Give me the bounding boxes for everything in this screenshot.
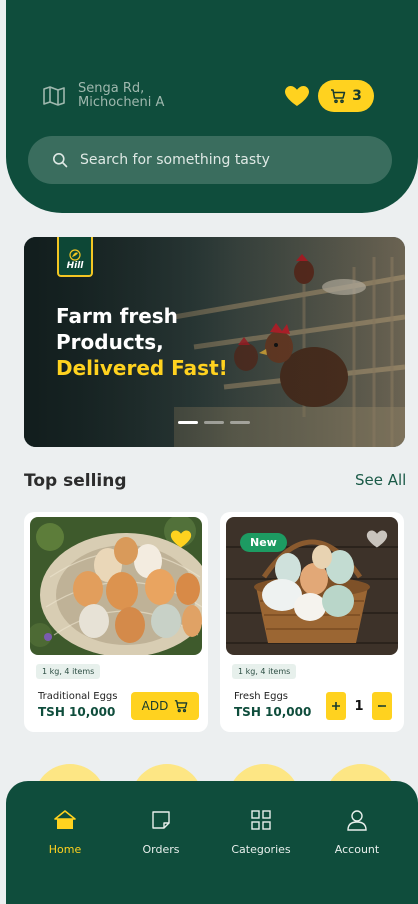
banner-line-2: Products, (56, 330, 164, 354)
home-icon (54, 810, 76, 829)
product-card[interactable]: 1 kg, 4 items Traditional Eggs TSH 10,00… (24, 512, 208, 732)
section-title: Top selling (24, 471, 127, 491)
search-icon (53, 153, 68, 168)
search-bar[interactable]: Search for something tasty (28, 136, 392, 184)
cart-icon (175, 700, 188, 713)
quantity-tag: 1 kg, 4 items (36, 664, 101, 679)
nav-item-home[interactable]: Home (20, 809, 110, 856)
nav-item-account[interactable]: Account (312, 809, 402, 856)
nav-label-categories: Categories (231, 843, 291, 856)
nav-item-orders[interactable]: Orders (116, 809, 206, 856)
bottom-navigation: Home Orders Categories Account (6, 781, 418, 904)
location-text: Senga Rd, Michocheni A (78, 82, 164, 110)
see-all-link[interactable]: See All (355, 471, 406, 489)
nav-item-categories[interactable]: Categories (216, 809, 306, 856)
plus-icon (332, 702, 340, 710)
cart-icon (331, 89, 346, 104)
logo-text: Hill (66, 261, 84, 271)
promo-banner[interactable]: Hill Farm fresh Products, Delivered Fast… (24, 237, 405, 447)
categories-icon (251, 810, 271, 830)
decrement-button[interactable] (372, 692, 392, 720)
search-placeholder: Search for something tasty (80, 152, 270, 168)
cart-button[interactable]: 3 (318, 80, 374, 112)
carousel-dot[interactable] (230, 421, 250, 424)
location-selector[interactable]: Senga Rd, Michocheni A (42, 82, 164, 110)
favorites-heart-icon[interactable] (284, 85, 310, 107)
favorite-heart-icon[interactable] (366, 529, 388, 549)
nav-label-home: Home (48, 843, 82, 856)
cart-count: 3 (352, 88, 362, 104)
favorite-heart-icon[interactable] (170, 529, 192, 549)
product-price: TSH 10,000 (38, 705, 116, 719)
carousel-indicator[interactable] (178, 421, 250, 424)
location-line-2: Michocheni A (78, 95, 165, 110)
account-icon (347, 810, 367, 831)
add-label: ADD (141, 699, 169, 713)
leaf-emblem-icon (69, 249, 81, 261)
orders-icon (152, 811, 170, 829)
map-icon (43, 86, 65, 106)
nav-label-orders: Orders (142, 843, 180, 856)
quantity-value: 1 (354, 698, 364, 714)
product-name: Fresh Eggs (234, 691, 289, 702)
new-badge: New (240, 533, 287, 552)
add-to-cart-button[interactable]: ADD (131, 692, 199, 720)
app-screen: Senga Rd, Michocheni A 3 Search for some… (0, 0, 418, 904)
product-image: New (226, 517, 398, 655)
location-line-1: Senga Rd, (78, 81, 145, 96)
quantity-tag: 1 kg, 4 items (232, 664, 297, 679)
nav-label-account: Account (334, 843, 380, 856)
carousel-dot[interactable] (178, 421, 198, 424)
increment-button[interactable] (326, 692, 346, 720)
product-image (30, 517, 202, 655)
product-price: TSH 10,000 (234, 705, 312, 719)
minus-icon (378, 705, 386, 707)
banner-line-3: Delivered Fast! (56, 356, 228, 380)
product-card[interactable]: New 1 kg, 4 items Fresh Eggs TSH 10,000 … (220, 512, 404, 732)
banner-headline: Farm fresh Products, Delivered Fast! (56, 303, 228, 381)
product-name: Traditional Eggs (38, 691, 118, 702)
quantity-stepper[interactable]: 1 (326, 692, 392, 720)
brand-logo: Hill (57, 237, 93, 277)
banner-line-1: Farm fresh (56, 304, 178, 328)
carousel-dot[interactable] (204, 421, 224, 424)
